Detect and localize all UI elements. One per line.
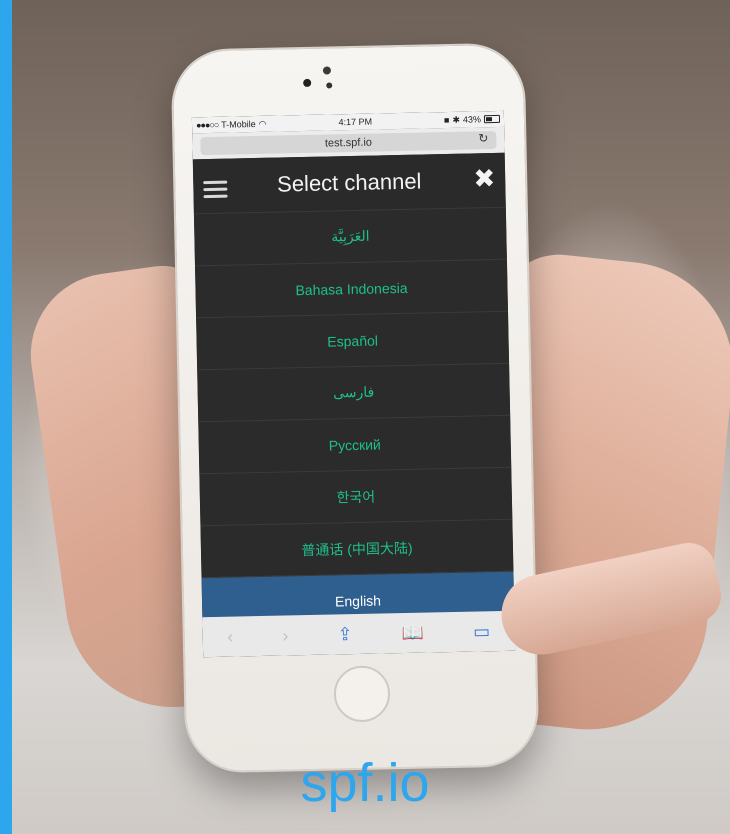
proximity-sensor bbox=[322, 66, 332, 75]
channel-item-russian[interactable]: Русский bbox=[198, 414, 512, 474]
chevron-right-icon[interactable]: › bbox=[282, 625, 288, 646]
channel-item-indonesian[interactable]: Bahasa Indonesia bbox=[194, 258, 508, 318]
channel-item-spanish[interactable]: Español bbox=[196, 310, 510, 370]
phone: ●●●○○ T-Mobile ◠ 4:17 PM ■ ✱ 43% test.sp… bbox=[172, 44, 538, 772]
brand-logo: spf.io bbox=[300, 753, 430, 813]
channel-label: Bahasa Indonesia bbox=[295, 279, 408, 298]
page-title: Select channel bbox=[276, 168, 422, 197]
channel-item-korean[interactable]: 한국어 bbox=[199, 466, 513, 526]
channel-item-arabic[interactable]: العَرَبِيَّة bbox=[193, 206, 507, 266]
carrier-label: T-Mobile bbox=[221, 119, 256, 130]
channel-label: Русский bbox=[328, 435, 381, 454]
channel-label: English bbox=[334, 591, 382, 609]
url-text: test.spf.io bbox=[324, 136, 373, 150]
channel-label: العَرَبِيَّة bbox=[331, 227, 370, 245]
front-camera bbox=[303, 78, 312, 88]
signal-icon: ●●●○○ bbox=[195, 119, 219, 131]
tabs-icon[interactable]: ▭ bbox=[473, 621, 490, 642]
channel-item-mandarin[interactable]: 普通话 (中国大陆) bbox=[200, 518, 514, 578]
channel-label: Español bbox=[327, 332, 379, 350]
close-icon[interactable]: ✖ bbox=[473, 163, 495, 194]
channel-label: 普通话 (中国大陆) bbox=[301, 539, 413, 558]
reload-icon[interactable]: ↻ bbox=[478, 131, 488, 145]
battery-percent: 43% bbox=[462, 114, 482, 125]
left-accent-stripe bbox=[0, 0, 12, 834]
browser-toolbar: ‹ › ⇪ 📖 ▭ bbox=[202, 610, 516, 658]
phone-screen: ●●●○○ T-Mobile ◠ 4:17 PM ■ ✱ 43% test.sp… bbox=[191, 110, 516, 658]
share-icon[interactable]: ⇪ bbox=[337, 624, 353, 645]
earpiece bbox=[326, 82, 333, 89]
wifi-icon: ◠ bbox=[258, 118, 267, 129]
chevron-left-icon[interactable]: ‹ bbox=[227, 626, 233, 647]
home-button[interactable] bbox=[333, 665, 391, 723]
channel-list: العَرَبِيَّة Bahasa Indonesia Español فا… bbox=[193, 206, 515, 630]
channel-label: فارسی bbox=[332, 383, 375, 401]
battery-icon bbox=[483, 114, 501, 124]
bluetooth-icon: ✱ bbox=[452, 114, 461, 125]
book-icon[interactable]: 📖 bbox=[401, 622, 424, 643]
lock-icon: ■ bbox=[443, 114, 450, 126]
channel-label: 한국어 bbox=[336, 488, 376, 505]
url-field[interactable]: test.spf.io ↻ bbox=[200, 130, 497, 156]
status-time: 4:17 PM bbox=[338, 116, 373, 128]
channel-item-farsi[interactable]: فارسی bbox=[197, 362, 511, 422]
app-header: Select channel ✖ bbox=[192, 152, 506, 214]
